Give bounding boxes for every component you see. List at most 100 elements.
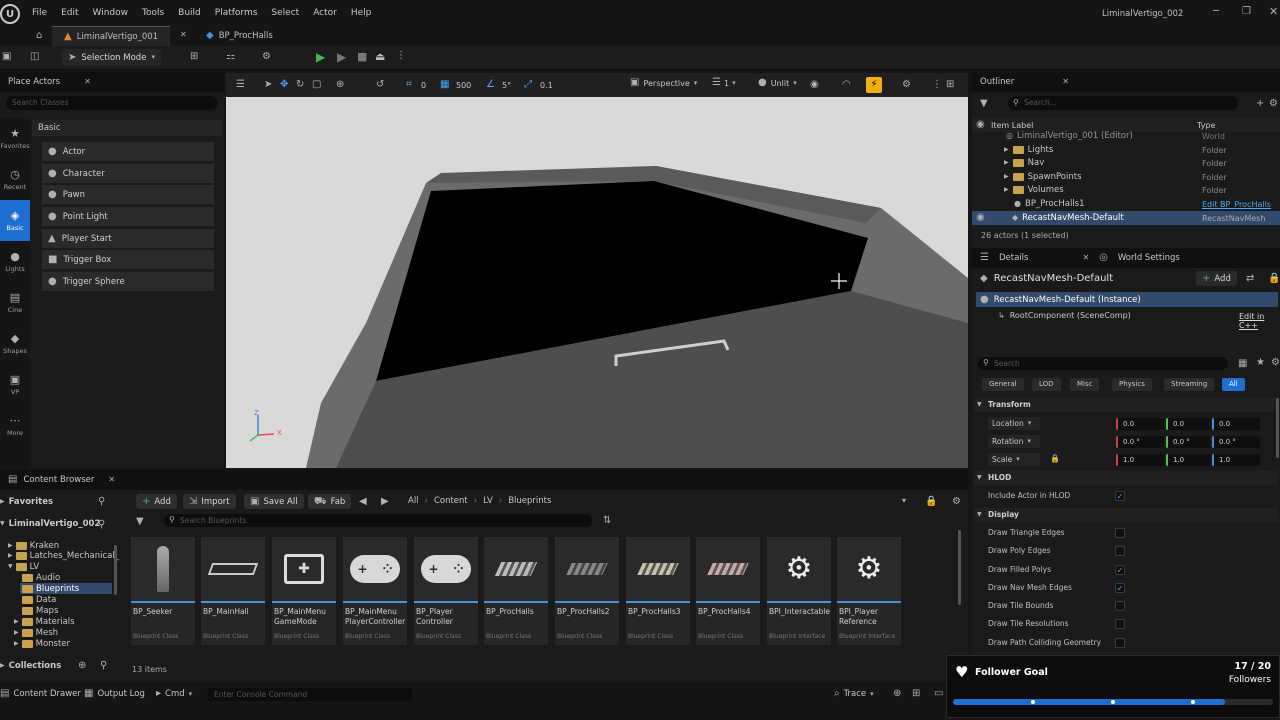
folder-materials[interactable]: ▶ Materials [14,617,75,627]
world-space-icon[interactable]: ⊕ [336,80,344,90]
grid-snap-value[interactable]: 0 [421,81,426,90]
category-general[interactable]: General [982,378,1024,391]
asset-bp-mainmenu-playercontroller[interactable]: + ⁘ BP_MainMenu PlayerController Blueprint… [343,537,407,645]
category-streaming[interactable]: Streaming [1164,378,1215,391]
menu-tools[interactable]: Tools [142,8,164,18]
forward-icon[interactable]: ▶ [381,497,389,507]
asset-grid-scrollbar[interactable] [958,530,961,605]
expand-arrow-icon[interactable]: ▶ [1004,187,1009,193]
breadcrumb-all[interactable]: All [408,496,419,506]
asset-bp-prochalls2[interactable]: BP_ProcHalls2 Blueprint Class [555,537,619,645]
add-collection-icon[interactable]: ⊕ [78,661,86,671]
rail-lights[interactable]: ● Lights [0,241,30,282]
rotation-z-field[interactable]: 0.0 ° [1212,436,1260,448]
asset-bpi-interactable[interactable]: ⚙ BPI_Interactable Blueprint Interface [767,537,831,645]
close-icon[interactable]: ✕ [108,476,115,484]
asset-bpi-player-reference[interactable]: ⚙ BPI_Player Reference Blueprint Interfac… [837,537,901,645]
actor-item-trigger-box[interactable]: ■ Trigger Box [42,250,214,269]
breadcrumb-blueprints[interactable]: Blueprints [508,496,551,506]
unreal-logo-icon[interactable]: U [0,4,20,24]
rotation-x-field[interactable]: 0.0 ° [1116,436,1164,448]
draw-path-colliding-geometry-checkbox[interactable] [1115,638,1125,648]
grid-view-icon[interactable]: ▦ [1238,359,1247,369]
scale-snap-value[interactable]: 0.1 [540,81,553,90]
asset-bp-player-controller[interactable]: + ⁘ BP_Player Controller Blueprint Class [414,537,478,645]
outliner-row-world[interactable]: ◎ LiminalVertigo_001 (Editor) [1006,131,1133,141]
settings-icon[interactable]: ⚙ [902,80,911,90]
asset-bp-seeker[interactable]: BP_Seeker Blueprint Class [131,537,195,645]
folder-mesh[interactable]: ▶ Mesh [14,628,58,638]
transform-section-header[interactable]: ▼ Transform [974,398,1278,412]
location-x-field[interactable]: 0.0 [1116,418,1164,430]
actor-item-player-start[interactable]: ▲ Player Start [42,229,214,248]
move-tool-icon[interactable]: ✥ [280,80,288,90]
location-dropdown[interactable]: Location ▾ [988,417,1040,430]
settings-icon[interactable]: ⚙ [1269,99,1278,109]
outliner-row-bp-prochalls1[interactable]: ● BP_ProcHalls1 [1014,199,1085,209]
level-viewport[interactable]: Z X [226,73,968,468]
rail-basic[interactable]: ◈ Basic [0,200,30,241]
trace-button[interactable]: ⌕ Trace ▾ [834,689,874,700]
details-search-input[interactable]: ⚲ Search [978,357,1228,370]
sort-icon[interactable]: ⇅ [603,516,611,526]
import-button[interactable]: ⇲ Import [183,494,236,509]
add-component-button[interactable]: + Add [1196,271,1237,286]
asset-bp-prochalls3[interactable]: BP_ProcHalls3 Blueprint Class [626,537,690,645]
details-scrollbar[interactable] [1276,398,1279,458]
scale-lock-icon[interactable]: 🔒 [1050,455,1060,463]
outliner-row-nav[interactable]: ▶ Nav [1004,158,1044,168]
close-icon[interactable]: ✕ [1062,78,1069,86]
location-z-field[interactable]: 0.0 [1212,418,1260,430]
modes-icon[interactable]: ⚙ [262,52,271,62]
folder-kraken[interactable]: ▶ Kraken [8,541,59,551]
search-icon[interactable]: ⚲ [100,661,107,671]
expand-arrow-icon[interactable]: ▶ [1004,160,1009,166]
actor-name[interactable]: RecastNavMesh-Default [994,273,1113,284]
selection-mode-button[interactable]: ➤ Selection Mode ▾ [62,49,161,66]
lighting-mode-button[interactable]: ● Unlit ▾ [758,78,797,88]
category-physics[interactable]: Physics [1112,378,1152,391]
grid-snap-icon[interactable]: ⌗ [406,80,412,90]
menu-actor[interactable]: Actor [313,8,337,18]
edit-in-cpp-link[interactable]: Edit in C++ [1239,312,1280,330]
breadcrumb-lv[interactable]: LV [483,496,493,506]
folder-audio[interactable]: Audio [22,573,60,583]
actor-item-trigger-sphere[interactable]: ● Trigger Sphere [42,272,214,291]
layout-icon[interactable]: ⋮ [932,80,942,90]
menu-platforms[interactable]: Platforms [215,8,258,18]
rotate-snap-value[interactable]: 5° [502,81,511,90]
rail-vp[interactable]: ▣ VP [0,364,30,405]
realtime-warning-icon[interactable]: ⚡ [866,77,882,93]
menu-help[interactable]: Help [351,8,372,18]
asset-bp-prochalls4[interactable]: BP_ProcHalls4 Blueprint Class [696,537,760,645]
tab-close-icon[interactable]: ✕ [180,31,187,39]
scale-snap-icon[interactable]: ⤢ [524,80,532,90]
rail-shapes[interactable]: ◆ Shapes [0,323,30,364]
home-icon[interactable]: ⌂ [36,31,42,41]
filter-icon[interactable]: ▼ [136,517,144,527]
maximize-icon[interactable]: ❐ [1242,7,1251,17]
lock-icon[interactable]: 🔒 [925,497,937,507]
add-filter-icon[interactable]: + [1256,99,1264,109]
play-options-icon[interactable]: ⋮ [396,51,406,61]
rotate-snap-icon[interactable]: ∠ [486,80,495,90]
outliner-row-lights[interactable]: ▶ Lights [1004,145,1053,155]
scale-z-field[interactable]: 1.0 [1212,454,1260,466]
rotate-tool-icon[interactable]: ↻ [296,80,304,90]
expand-arrow-icon[interactable]: ▶ [1004,147,1009,153]
draw-triangle-edges-checkbox[interactable] [1115,528,1125,538]
asset-bp-mainhall[interactable]: BP_MainHall Blueprint Class [201,537,265,645]
rotation-y-field[interactable]: 0.0 ° [1166,436,1210,448]
expand-arrow-icon[interactable]: ▶ [1004,174,1009,180]
folder-data[interactable]: Data [22,595,56,605]
folder-monster[interactable]: ▶ Monster [14,639,70,649]
cmd-dropdown[interactable]: ▸ Cmd ▾ [156,689,192,700]
tab-details[interactable]: Details [999,253,1028,263]
close-icon[interactable]: ✕ [84,78,91,86]
rail-favorites[interactable]: ★ Favorites [0,118,30,159]
source-control-icon[interactable]: ⊞ [912,689,920,699]
minimize-icon[interactable]: ─ [1213,7,1219,17]
maximize-viewport-icon[interactable]: ⊞ [946,80,954,90]
performance-icon[interactable]: ◠ [842,80,851,90]
rail-cine[interactable]: ▤ Cine [0,282,30,323]
